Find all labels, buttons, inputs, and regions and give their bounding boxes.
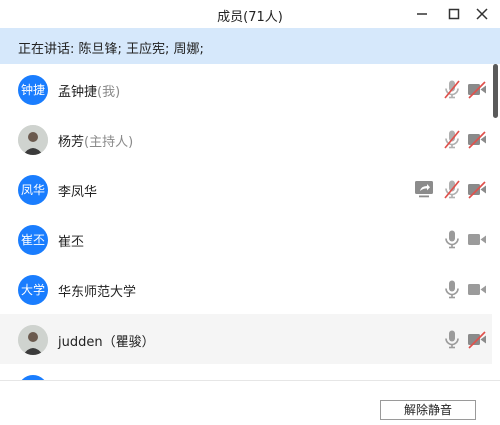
member-name-wrap: 崔丕 xyxy=(58,231,84,250)
member-name: 华东师范大学 xyxy=(58,285,137,300)
scrollbar[interactable] xyxy=(493,64,498,118)
member-name: judden（瞿骏） xyxy=(58,335,155,350)
member-name-wrap: 杨芳(主持人) xyxy=(58,131,133,150)
member-role: (我) xyxy=(97,85,121,100)
avatar: 凤华 xyxy=(18,175,48,205)
avatar-initials: 崔丕 xyxy=(20,233,45,247)
unmute-all-button[interactable]: 解除静音 xyxy=(380,400,476,420)
mic-muted-icon[interactable] xyxy=(441,178,463,200)
camera-icon[interactable] xyxy=(466,278,488,300)
avatar: 崔丕 xyxy=(18,225,48,255)
member-name: 杨芳 xyxy=(58,135,85,150)
member-list[interactable]: 钟捷 孟钟捷(我) 杨芳(主持人) 凤华 李凤华 崔丕 崔丕 大学 华东师范大学 judden（瞿… xyxy=(0,64,500,380)
member-name-wrap: 华东师范大学 xyxy=(58,281,136,300)
mic-muted-icon[interactable] xyxy=(441,128,463,150)
screen-share-icon[interactable] xyxy=(413,178,435,200)
mic-icon[interactable] xyxy=(441,278,463,300)
camera-icon[interactable] xyxy=(466,228,488,250)
avatar: 大学 xyxy=(18,275,48,305)
title-bar: 成员(71人) xyxy=(0,0,500,28)
member-row[interactable]: 崔丕 崔丕 xyxy=(0,214,492,264)
footer-divider xyxy=(0,380,500,381)
mic-icon[interactable] xyxy=(441,328,463,350)
member-role: (主持人) xyxy=(84,135,134,150)
member-row[interactable]: 杨芳(主持人) xyxy=(0,114,492,164)
minimize-icon[interactable] xyxy=(412,4,432,24)
avatar-initials: 钟捷 xyxy=(20,83,45,97)
member-row[interactable]: 大学 华东师范大学 xyxy=(0,264,492,314)
speaking-text: 正在讲话: 陈旦锋; 王应宪; 周娜; xyxy=(18,42,204,57)
mic-icon[interactable] xyxy=(441,228,463,250)
avatar: 钟捷 xyxy=(18,75,48,105)
maximize-icon[interactable] xyxy=(444,4,464,24)
member-name: 崔丕 xyxy=(58,235,85,250)
avatar xyxy=(18,325,48,355)
member-row[interactable]: 钟捷 孟钟捷(我) xyxy=(0,64,492,114)
speaking-bar: 正在讲话: 陈旦锋; 王应宪; 周娜; xyxy=(0,28,500,64)
member-row-partial[interactable] xyxy=(0,364,492,380)
camera-off-icon[interactable] xyxy=(466,78,488,100)
close-icon[interactable] xyxy=(472,4,492,24)
member-name-wrap: 孟钟捷(我) xyxy=(58,81,120,100)
member-row[interactable]: 凤华 李凤华 xyxy=(0,164,492,214)
avatar-initials: 凤华 xyxy=(20,183,45,197)
member-row[interactable]: judden（瞿骏） xyxy=(0,314,492,364)
member-name: 李凤华 xyxy=(58,185,98,200)
mic-muted-icon[interactable] xyxy=(441,78,463,100)
camera-off-icon[interactable] xyxy=(466,328,488,350)
camera-off-icon[interactable] xyxy=(466,178,488,200)
member-name: 孟钟捷 xyxy=(58,85,98,100)
avatar-initials: 大学 xyxy=(20,283,45,297)
member-name-wrap: 李凤华 xyxy=(58,181,97,200)
avatar xyxy=(18,125,48,155)
member-name-wrap: judden（瞿骏） xyxy=(58,331,155,350)
camera-off-icon[interactable] xyxy=(466,128,488,150)
